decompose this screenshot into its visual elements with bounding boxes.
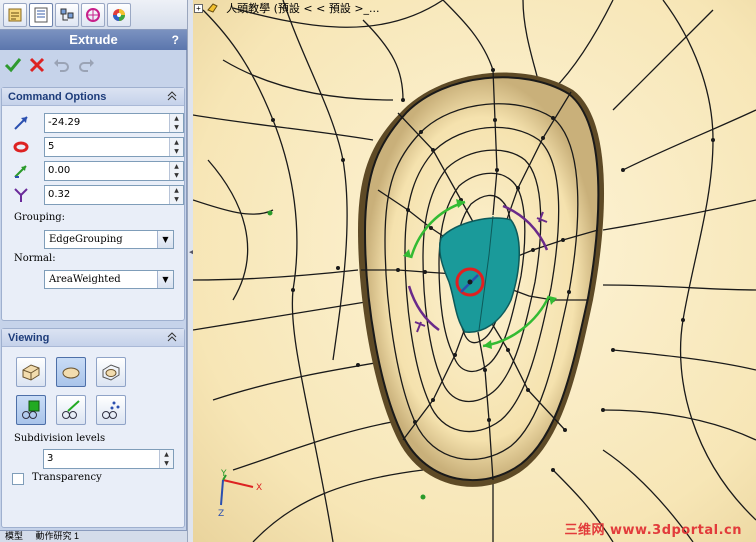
property-manager-tab[interactable] <box>29 3 53 27</box>
viewing-group: Viewing Subdivision levels 3 ▲ ▼ <box>1 328 185 528</box>
transparency-checkbox[interactable] <box>12 473 24 485</box>
target-icon <box>86 8 100 22</box>
display-manager-tab[interactable] <box>107 3 131 27</box>
box-smooth-icon <box>102 364 120 381</box>
angle-spinner[interactable]: ▲ ▼ <box>169 162 183 180</box>
feature-tree-icon <box>8 8 22 22</box>
box-icon <box>22 364 40 381</box>
normal-select[interactable]: AreaWeighted ▼ <box>44 270 174 289</box>
extrude-distance-row: -24.29 ▲ ▼ <box>12 113 184 133</box>
collapse-chevron-icon[interactable] <box>166 331 178 343</box>
smooth-mode-button[interactable] <box>56 357 86 387</box>
feature-title: Extrude <box>69 32 118 47</box>
subdivision-levels-input[interactable]: 3 ▲ ▼ <box>43 449 174 469</box>
undo-icon[interactable] <box>52 56 70 74</box>
select-faces-button[interactable] <box>16 395 46 425</box>
help-button[interactable]: ? <box>172 30 179 50</box>
configuration-manager-tab[interactable] <box>55 3 79 27</box>
part-icon <box>207 3 218 13</box>
select-face-icon <box>22 400 40 419</box>
property-sheet-icon <box>34 7 48 23</box>
z-axis-label: Z <box>218 509 224 519</box>
dropdown-arrow-icon[interactable]: ▼ <box>157 271 173 288</box>
x-axis-label: X <box>256 483 262 493</box>
model-canvas[interactable]: X Y Z <box>193 0 756 542</box>
dimxpert-manager-tab[interactable] <box>81 3 105 27</box>
angle-row: 0.00 ▲ ▼ <box>12 161 184 181</box>
box-and-smooth-mode-button[interactable] <box>96 357 126 387</box>
extrude-distance-input[interactable]: -24.29 ▲ ▼ <box>44 113 184 133</box>
box-mode-button[interactable] <box>16 357 46 387</box>
dropdown-arrow-icon[interactable]: ▼ <box>157 231 173 248</box>
taper-input[interactable]: 0.32 ▲ ▼ <box>44 185 184 205</box>
angle-input[interactable]: 0.00 ▲ ▼ <box>44 161 184 181</box>
viewing-title: Viewing <box>8 332 50 344</box>
command-options-title: Command Options <box>8 91 107 103</box>
tab-model[interactable]: 模型 <box>0 531 28 541</box>
taper-row: 0.32 ▲ ▼ <box>12 185 184 205</box>
redo-icon[interactable] <box>78 56 96 74</box>
distance-spinner[interactable]: ▲ ▼ <box>169 114 183 132</box>
graphics-viewport[interactable]: X Y Z + 人頭教學 (預設 < < 預設 >_... 三维网 www.3d… <box>193 0 756 542</box>
manager-tab-strip <box>0 0 187 30</box>
select-vertices-button[interactable] <box>96 395 126 425</box>
segments-input[interactable]: 5 ▲ ▼ <box>44 137 184 157</box>
tab-motion-study[interactable]: 動作研究 1 <box>31 531 85 541</box>
extrude-distance-icon <box>14 116 28 130</box>
collapse-chevron-icon[interactable] <box>166 90 178 102</box>
select-edge-icon <box>62 400 80 419</box>
viewing-header[interactable]: Viewing <box>2 329 184 347</box>
angle-icon <box>14 165 27 178</box>
bottom-tab-strip: 模型 動作研究 1 <box>0 530 187 542</box>
segments-icon <box>13 141 29 153</box>
smooth-ellipsoid-icon <box>62 367 80 379</box>
green-vertex-marker <box>267 210 273 216</box>
feature-manager-tab[interactable] <box>3 3 27 27</box>
action-buttons <box>0 52 187 78</box>
color-wheel-icon <box>113 9 125 21</box>
select-edges-button[interactable] <box>56 395 86 425</box>
ok-checkmark-icon[interactable] <box>4 56 22 74</box>
normal-label: Normal: <box>14 253 56 264</box>
segments-spinner[interactable]: ▲ ▼ <box>169 138 183 156</box>
grouping-label: Grouping: <box>14 212 66 223</box>
feature-title-bar: Extrude ? <box>0 30 187 50</box>
command-options-header[interactable]: Command Options <box>2 88 184 106</box>
segments-row: 5 ▲ ▼ <box>12 137 184 157</box>
taper-icon <box>14 188 28 202</box>
transparency-label: Transparency <box>32 472 102 483</box>
command-options-group: Command Options -24.29 ▲ ▼ 5 ▲ ▼ 0.00 ▲ ▼ 0.32… <box>1 87 185 321</box>
expand-plus-icon[interactable]: + <box>194 4 203 13</box>
configuration-icon <box>60 8 74 21</box>
grouping-select[interactable]: EdgeGrouping ▼ <box>44 230 174 249</box>
part-name: 人頭教學 (預設 < < 預設 >_... <box>226 2 380 15</box>
property-manager-panel: Extrude ? Command Options -24.29 ▲ ▼ 5 ▲ ▼ 0… <box>0 0 187 542</box>
feature-tree-flyout[interactable]: + 人頭教學 (預設 < < 預設 >_... <box>194 1 380 17</box>
subdivision-spinner[interactable]: ▲ ▼ <box>159 450 173 468</box>
cancel-x-icon[interactable] <box>28 56 46 74</box>
watermark: 三维网 www.3dportal.cn <box>564 523 742 538</box>
y-axis-label: Y <box>220 469 227 479</box>
select-vertex-icon <box>102 401 120 419</box>
subdivision-levels-label: Subdivision levels <box>14 433 106 444</box>
taper-spinner[interactable]: ▲ ▼ <box>169 186 183 204</box>
green-vertex-marker <box>420 494 426 500</box>
